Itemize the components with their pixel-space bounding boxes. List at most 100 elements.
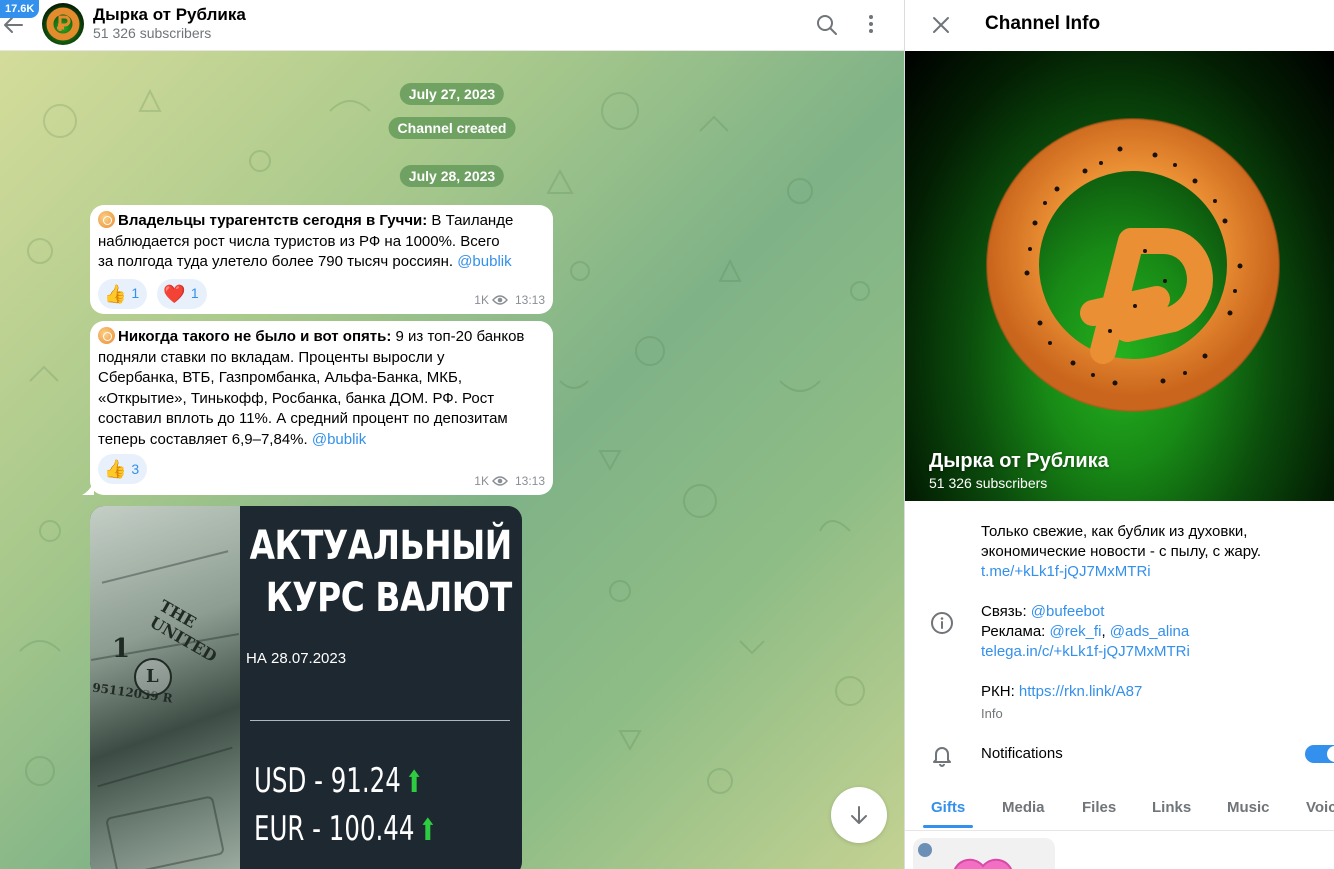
tab-gifts[interactable]: Gifts	[931, 799, 965, 816]
info-header: Channel Info	[905, 0, 1334, 51]
mention-link[interactable]: @bublik	[457, 253, 511, 270]
subscriber-count: 51 326 subscribers	[93, 25, 212, 41]
tab-files[interactable]: Files	[1082, 799, 1116, 816]
message-line: подняли ставки по вкладам. Проценты выро…	[98, 348, 445, 366]
reaction-count: 3	[131, 460, 140, 477]
separator: ,	[1101, 623, 1110, 640]
chat-header: 17.6K Дырка от Рублика 51 326 subscriber…	[0, 0, 904, 51]
message-time: 13:13	[514, 473, 545, 488]
message-line: теперь составляет 6,9–7,84%.	[98, 430, 312, 448]
rkn-link[interactable]: https://rkn.link/A87	[1019, 683, 1142, 700]
arrow-down-icon	[851, 806, 867, 824]
tab-voice[interactable]: Voice	[1306, 799, 1334, 816]
search-button[interactable]	[813, 11, 841, 39]
message-text: Владельцы турагентств сегодня в Гуччи: В…	[98, 211, 545, 273]
chat-title[interactable]: Дырка от Рублика	[93, 5, 246, 25]
exchange-rate-image[interactable]: THE UNITED 95112039 R 1 L АКТУАЛЬНЫЙ КУР…	[90, 506, 522, 869]
message-line: составил вплоть до 11%. А средний процен…	[98, 410, 508, 427]
reaction-heart[interactable]: ❤️ 1	[157, 278, 207, 309]
banknote-photo: THE UNITED 95112039 R 1 L	[90, 506, 240, 869]
unread-badge: 17.6K	[0, 0, 40, 18]
view-count: 1K	[474, 473, 489, 488]
bagel-logo-icon	[986, 118, 1280, 412]
chat-background: July 27, 2023 Channel created July 28, 2…	[0, 51, 904, 869]
arrow-up-icon: ⬆	[405, 765, 424, 800]
scroll-to-bottom-button[interactable]	[831, 787, 887, 843]
bubble-tail	[82, 481, 94, 495]
message-meta: 1K 13:13	[474, 471, 545, 492]
view-count: 1K	[474, 292, 489, 307]
more-button[interactable]	[857, 11, 885, 39]
message-bubble[interactable]: Никогда такого не было и вот опять: 9 из…	[82, 321, 553, 495]
tab-links[interactable]: Links	[1152, 799, 1191, 816]
channel-links: Связь: @bufeebot Реклама: @rek_fi, @ads_…	[981, 602, 1190, 702]
mention-link[interactable]: @bublik	[312, 431, 366, 448]
search-icon	[817, 15, 837, 35]
rate-eur: EUR - 100.44 ⬆	[254, 809, 437, 849]
ads-row: Реклама: @rek_fi, @ads_alina	[981, 622, 1190, 642]
ads-label: Реклама:	[981, 623, 1050, 640]
date-separator: July 28, 2023	[399, 165, 505, 187]
notifications-row-icon	[929, 742, 955, 768]
message-headline: Никогда такого не было и вот опять:	[118, 328, 392, 345]
contact-link[interactable]: @bufeebot	[1031, 603, 1105, 620]
eye-icon	[492, 476, 508, 486]
banknote-seal: L	[134, 658, 172, 696]
ads-link[interactable]: @ads_alina	[1110, 623, 1189, 640]
more-vertical-icon	[869, 15, 873, 33]
reaction-thumbs-up[interactable]: 👍 1	[98, 278, 148, 309]
contact-label: Связь:	[981, 603, 1031, 620]
ads-external-link[interactable]: telega.in/c/+kLk1f-jQJ7MxMTRi	[981, 642, 1190, 662]
rkn-row: РКН: https://rkn.link/A87	[981, 682, 1190, 702]
tab-music[interactable]: Music	[1227, 799, 1270, 816]
heart-icon: ❤️	[163, 283, 186, 304]
message-time: 13:13	[514, 292, 545, 307]
bagel-logo-icon	[42, 3, 84, 45]
description-line: экономические новости - с пылу, с жару.	[981, 543, 1262, 560]
gift-card[interactable]	[913, 838, 1055, 869]
seal-letter: L	[146, 666, 159, 687]
close-icon	[933, 17, 949, 33]
message-text: Никогда такого не было и вот опять: 9 из…	[98, 327, 545, 450]
banknote-digit: 1	[112, 634, 131, 664]
rate-usd: USD - 91.24 ⬆	[254, 761, 423, 801]
heart-gift-icon	[918, 843, 1012, 869]
contact-row: Связь: @bufeebot	[981, 602, 1190, 622]
channel-name: Дырка от Рублика	[929, 450, 1109, 472]
reaction-thumbs-up[interactable]: 👍 3	[98, 454, 148, 484]
message-line: Сбербанка, ВТБ, Газпромбанка, Альфа-Банк…	[98, 369, 462, 386]
shared-media-tabs: Gifts Media Files Links Music Voice	[905, 785, 1334, 831]
reaction-count: 1	[190, 285, 199, 302]
subscriber-count: 51 326 subscribers	[929, 475, 1048, 491]
chat-pane: July 27, 2023 Channel created July 28, 2…	[0, 0, 904, 869]
reaction-count: 1	[131, 285, 140, 302]
channel-emoji-icon	[98, 211, 115, 228]
close-button[interactable]	[927, 11, 955, 39]
thumbs-up-icon: 👍	[104, 459, 127, 479]
divider	[250, 720, 510, 721]
arrow-up-icon: ⬆	[418, 813, 437, 848]
eye-icon	[492, 295, 508, 305]
channel-avatar[interactable]	[42, 3, 84, 45]
rate-label: USD - 91.24	[254, 761, 401, 801]
message-bubble[interactable]: Владельцы турагентств сегодня в Гуччи: В…	[90, 205, 553, 314]
ads-link[interactable]: @rek_fi	[1050, 623, 1102, 640]
bell-icon	[933, 747, 951, 767]
channel-cover-image[interactable]: Дырка от Рублика 51 326 subscribers	[905, 51, 1334, 501]
message-meta: 1K 13:13	[474, 290, 545, 311]
date-separator: July 27, 2023	[399, 83, 505, 105]
channel-description: Только свежие, как бублик из духовки, эк…	[981, 522, 1261, 582]
notifications-toggle[interactable]	[1305, 745, 1334, 763]
tab-media[interactable]: Media	[1002, 799, 1045, 816]
message-line: «Открытие», Тинькофф, Росбанка, банка ДО…	[98, 389, 495, 407]
invite-link[interactable]: t.me/+kLk1f-jQJ7MxMTRi	[981, 562, 1261, 582]
message-line: В Таиланде	[427, 212, 514, 229]
message-headline: Владельцы турагентств сегодня в Гуччи:	[118, 212, 428, 229]
rkn-label: РКН:	[981, 683, 1019, 700]
message-line: наблюдается рост числа туристов из РФ на…	[98, 232, 500, 250]
description-line: Только свежие, как бублик из духовки,	[981, 523, 1248, 540]
info-title: Channel Info	[985, 13, 1101, 34]
rate-headline-line: КУРС ВАЛЮТ	[265, 575, 512, 621]
channel-info-panel: Channel Info Дырка от Рублика 51 326 sub…	[904, 0, 1334, 869]
notifications-label[interactable]: Notifications	[981, 744, 1063, 764]
